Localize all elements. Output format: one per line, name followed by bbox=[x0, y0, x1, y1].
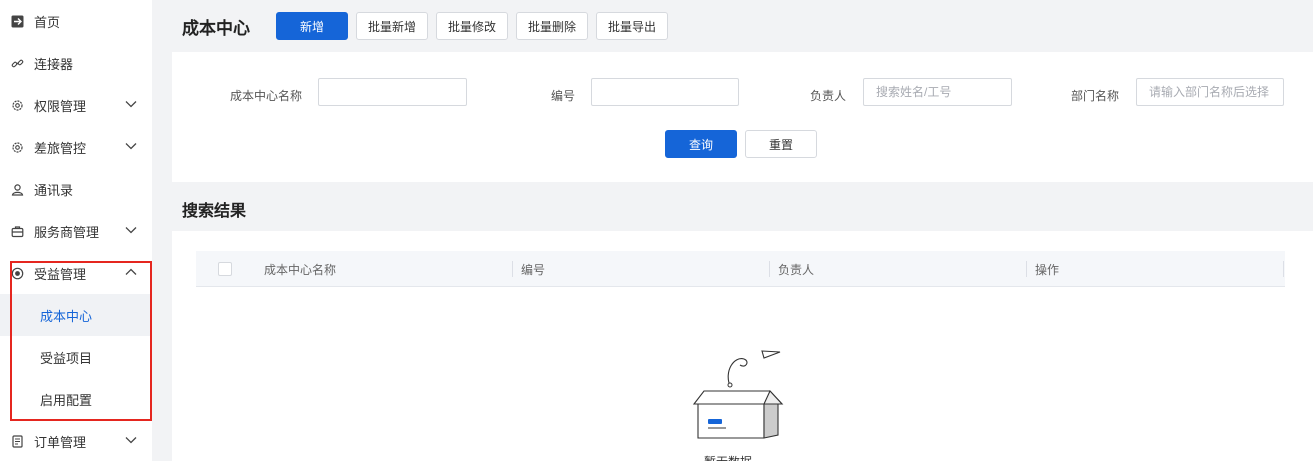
sidebar-item-label: 权限管理 bbox=[34, 98, 87, 114]
sidebar-item-travel-control[interactable]: 差旅管控 bbox=[0, 126, 152, 168]
contacts-icon bbox=[10, 182, 24, 196]
chevron-down-icon bbox=[125, 143, 137, 150]
cost-center-name-label: 成本中心名称 bbox=[230, 89, 303, 103]
sidebar-item-orders[interactable]: 订单管理 bbox=[0, 420, 152, 461]
sidebar-item-label: 通讯录 bbox=[34, 182, 74, 198]
sidebar-item-benefit-management[interactable]: 受益管理 bbox=[0, 252, 152, 294]
empty-state-text: 暂无数据 bbox=[704, 453, 752, 461]
order-icon bbox=[10, 434, 24, 448]
query-button[interactable]: 查询 bbox=[665, 130, 737, 158]
gear-icon bbox=[10, 98, 24, 112]
batch-add-button[interactable]: 批量新增 bbox=[356, 12, 429, 40]
page-title: 成本中心 bbox=[182, 18, 250, 38]
sidebar-item-contacts[interactable]: 通讯录 bbox=[0, 168, 152, 210]
sidebar-item-label: 订单管理 bbox=[34, 434, 87, 450]
sidebar-item-label: 首页 bbox=[34, 14, 61, 30]
column-header-actions: 操作 bbox=[1035, 262, 1060, 277]
link-icon bbox=[10, 56, 24, 70]
new-button[interactable]: 新增 bbox=[276, 12, 348, 40]
search-panel: 成本中心名称 编号 负责人 部门名称 查询 重置 bbox=[172, 52, 1313, 182]
department-input[interactable] bbox=[1136, 78, 1284, 106]
main-content: 成本中心 新增 批量新增 批量修改 批量删除 批量导出 成本中心名称 编号 负责… bbox=[172, 0, 1313, 461]
sidebar-item-label: 差旅管控 bbox=[34, 140, 87, 156]
sidebar-subitem-enable-config[interactable]: 启用配置 bbox=[0, 378, 152, 420]
column-header-code: 编号 bbox=[521, 262, 546, 277]
chevron-down-icon bbox=[125, 101, 137, 108]
toolbar: 成本中心 新增 批量新增 批量修改 批量删除 批量导出 bbox=[172, 0, 1313, 52]
column-divider bbox=[512, 261, 513, 277]
briefcase-icon bbox=[10, 224, 24, 238]
chevron-down-icon bbox=[125, 227, 137, 234]
column-divider bbox=[1283, 261, 1284, 277]
sidebar-item-providers[interactable]: 服务商管理 bbox=[0, 210, 152, 252]
column-header-owner: 负责人 bbox=[778, 262, 815, 277]
gear-icon bbox=[10, 140, 24, 154]
sidebar-subitem-benefit-project[interactable]: 受益项目 bbox=[0, 336, 152, 378]
sidebar-item-label: 服务商管理 bbox=[34, 224, 100, 240]
chevron-up-icon bbox=[125, 268, 137, 275]
column-divider bbox=[1026, 261, 1027, 277]
sidebar-item-label: 连接器 bbox=[34, 56, 74, 72]
owner-label: 负责人 bbox=[810, 89, 847, 103]
column-divider bbox=[769, 261, 770, 277]
department-label: 部门名称 bbox=[1071, 89, 1120, 103]
sidebar-item-home[interactable]: 首页 bbox=[0, 0, 152, 42]
code-input[interactable] bbox=[591, 78, 739, 106]
benefit-icon bbox=[10, 266, 24, 280]
empty-box-icon bbox=[692, 350, 784, 439]
batch-edit-button[interactable]: 批量修改 bbox=[436, 12, 509, 40]
sidebar-subitem-cost-center[interactable]: 成本中心 bbox=[0, 294, 152, 336]
cost-center-name-input[interactable] bbox=[318, 78, 467, 106]
sidebar-item-label: 受益管理 bbox=[34, 266, 87, 282]
code-label: 编号 bbox=[551, 89, 576, 103]
column-header-name: 成本中心名称 bbox=[264, 262, 337, 277]
owner-search-input[interactable] bbox=[863, 78, 1012, 106]
table-header: 成本中心名称 编号 负责人 操作 bbox=[196, 251, 1285, 287]
batch-export-button[interactable]: 批量导出 bbox=[596, 12, 669, 40]
sidebar-item-permissions[interactable]: 权限管理 bbox=[0, 84, 152, 126]
batch-delete-button[interactable]: 批量删除 bbox=[516, 12, 589, 40]
select-all-checkbox[interactable] bbox=[218, 262, 232, 276]
plane-icon bbox=[10, 14, 24, 28]
sidebar: 首页 连接器 权限管理 差旅管控 通讯录 服务商管理 受益管理 成本中心 受益项… bbox=[0, 0, 152, 461]
sidebar-item-connector[interactable]: 连接器 bbox=[0, 42, 152, 84]
results-title: 搜索结果 bbox=[182, 203, 247, 220]
chevron-down-icon bbox=[125, 437, 137, 444]
reset-button[interactable]: 重置 bbox=[745, 130, 817, 158]
results-panel: 成本中心名称 编号 负责人 操作 暂无数据 bbox=[172, 231, 1313, 461]
